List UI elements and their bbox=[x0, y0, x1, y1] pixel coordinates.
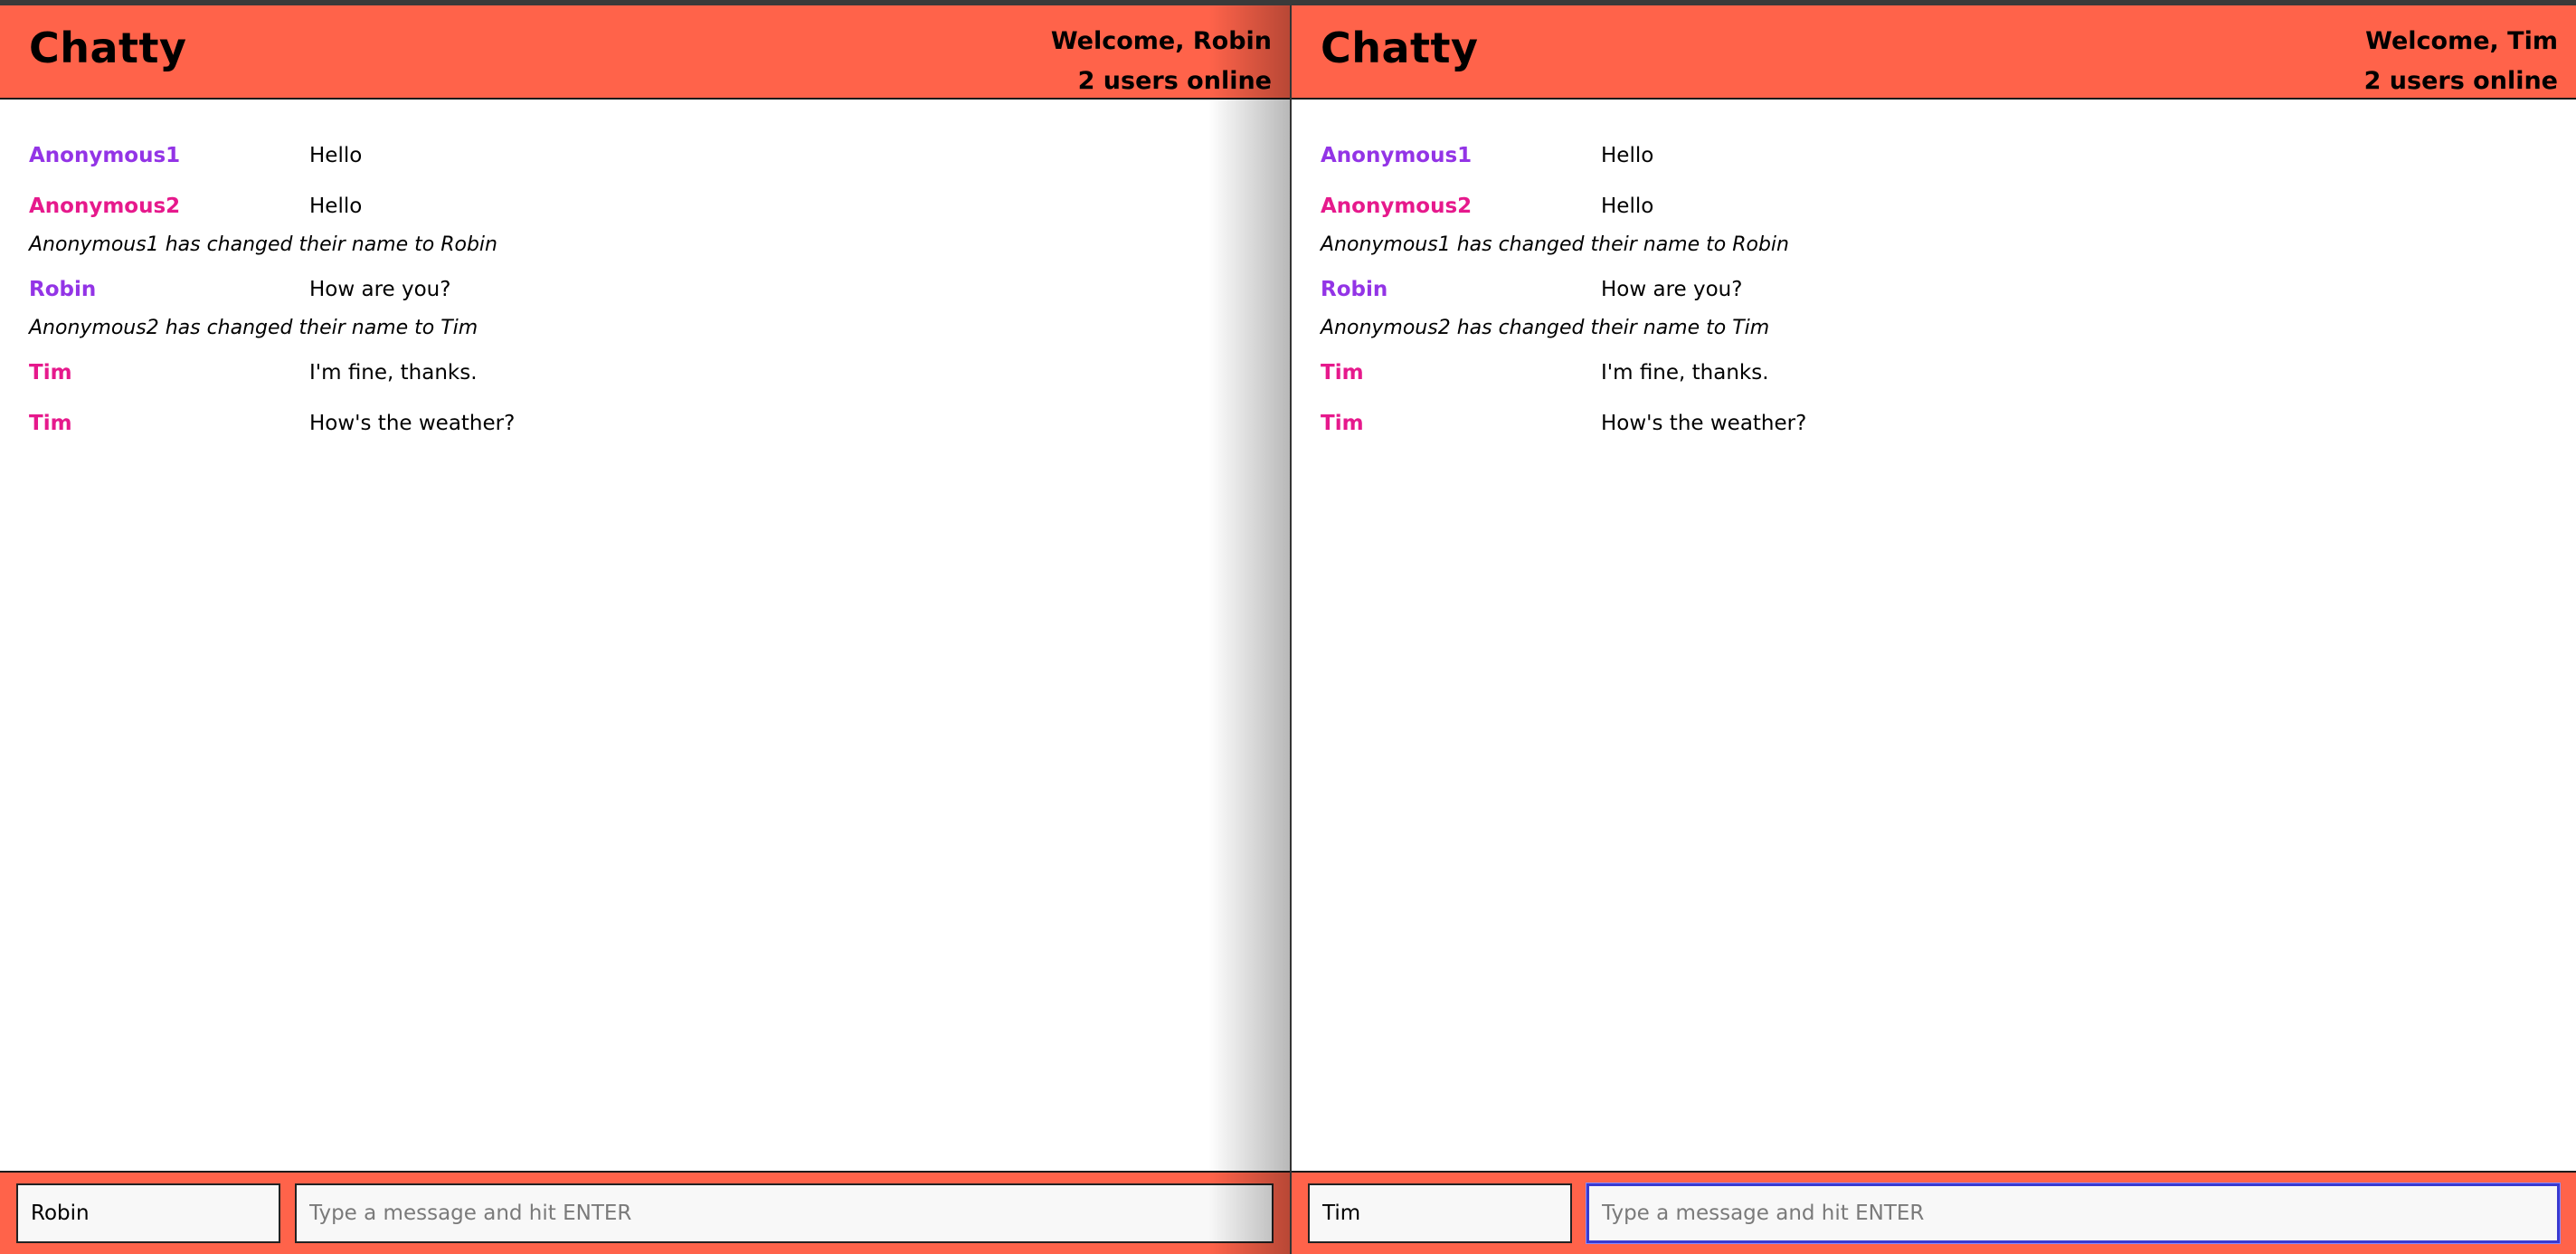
message-content: How's the weather? bbox=[309, 412, 516, 435]
message-content: I'm fine, thanks. bbox=[1601, 361, 1769, 385]
system-notice: Anonymous2 has changed their name to Tim bbox=[29, 316, 478, 339]
message-content: How are you? bbox=[309, 278, 451, 301]
message-input[interactable] bbox=[295, 1183, 1274, 1243]
message-username: Robin bbox=[29, 278, 97, 301]
message-item: Anonymous2 Hello bbox=[29, 181, 1261, 232]
welcome-text: Welcome, Tim bbox=[2365, 27, 2558, 55]
message-content: I'm fine, thanks. bbox=[309, 361, 478, 385]
nav-info: Welcome, Tim 2 users online bbox=[2364, 22, 2558, 101]
message-username: Tim bbox=[1321, 412, 1364, 435]
navbar: Chatty Welcome, Robin 2 users online bbox=[0, 5, 1290, 100]
message-content: How's the weather? bbox=[1601, 412, 1807, 435]
message-username: Tim bbox=[1321, 361, 1364, 385]
message-item: Tim How's the weather? bbox=[1321, 398, 2547, 449]
top-strip bbox=[0, 0, 2576, 5]
navbar: Chatty Welcome, Tim 2 users online bbox=[1292, 5, 2576, 100]
message-item: Tim How's the weather? bbox=[29, 398, 1261, 449]
message-content: Hello bbox=[1601, 195, 1654, 218]
message-username: Anonymous1 bbox=[29, 144, 181, 167]
system-notice: Anonymous1 has changed their name to Rob… bbox=[29, 233, 497, 256]
message-item: Robin How are you? bbox=[29, 264, 1261, 315]
message-list: Anonymous1 Hello Anonymous2 Hello Anonym… bbox=[0, 100, 1290, 1171]
users-online-count: 2 users online bbox=[1077, 67, 1272, 95]
chat-window-tim: Chatty Welcome, Tim 2 users online Anony… bbox=[1292, 0, 2576, 1254]
users-online-count: 2 users online bbox=[2363, 67, 2558, 95]
brand-logo[interactable]: Chatty bbox=[1321, 24, 1479, 72]
system-notice: Anonymous2 has changed their name to Tim bbox=[1321, 316, 1770, 339]
message-list: Anonymous1 Hello Anonymous2 Hello Anonym… bbox=[1292, 100, 2576, 1171]
message-username: Anonymous1 bbox=[1321, 144, 1473, 167]
message-content: Hello bbox=[309, 144, 363, 167]
message-item: Tim I'm fine, thanks. bbox=[1321, 347, 2547, 398]
message-username: Anonymous2 bbox=[1321, 195, 1473, 218]
message-item: Robin How are you? bbox=[1321, 264, 2547, 315]
message-username: Anonymous2 bbox=[29, 195, 181, 218]
message-username: Tim bbox=[29, 412, 72, 435]
welcome-text: Welcome, Robin bbox=[1050, 27, 1272, 55]
message-username: Robin bbox=[1321, 278, 1388, 301]
nav-info: Welcome, Robin 2 users online bbox=[1051, 22, 1272, 101]
username-input[interactable] bbox=[16, 1183, 280, 1243]
message-content: Hello bbox=[1601, 144, 1654, 167]
chatbar bbox=[0, 1171, 1290, 1254]
brand-logo[interactable]: Chatty bbox=[29, 24, 187, 72]
chatbar bbox=[1292, 1171, 2576, 1254]
system-notice: Anonymous1 has changed their name to Rob… bbox=[1321, 233, 1789, 256]
message-item: Anonymous1 Hello bbox=[29, 130, 1261, 181]
message-item: Tim I'm fine, thanks. bbox=[29, 347, 1261, 398]
message-username: Tim bbox=[29, 361, 72, 385]
message-content: How are you? bbox=[1601, 278, 1743, 301]
username-input[interactable] bbox=[1308, 1183, 1572, 1243]
chat-window-robin: Chatty Welcome, Robin 2 users online Ano… bbox=[0, 0, 1290, 1254]
screen: Chatty Welcome, Robin 2 users online Ano… bbox=[0, 0, 2576, 1254]
message-item: Anonymous2 Hello bbox=[1321, 181, 2547, 232]
message-content: Hello bbox=[309, 195, 363, 218]
message-input[interactable] bbox=[1586, 1183, 2560, 1243]
message-item: Anonymous1 Hello bbox=[1321, 130, 2547, 181]
